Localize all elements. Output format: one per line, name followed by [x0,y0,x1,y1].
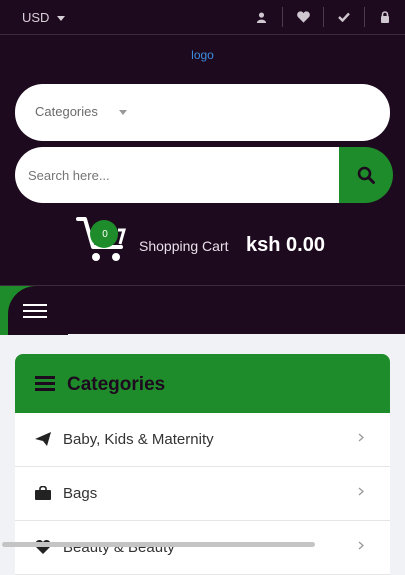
logo[interactable]: logo [0,48,405,62]
menu-toggle-button[interactable] [23,304,47,320]
search-bar [15,147,393,203]
chevron-right-icon [358,433,364,442]
list-icon [35,376,55,391]
lock-icon [381,11,389,23]
login-button[interactable] [364,7,405,27]
search-button[interactable] [339,147,393,203]
category-item[interactable]: Baby, Kids & Maternity [15,413,390,467]
top-bar: USD [0,0,405,35]
heart-icon [296,11,310,23]
category-item-label: Baby, Kids & Maternity [63,431,214,448]
nav-bar [0,285,405,335]
categories-panel-header[interactable]: Categories [15,354,390,413]
category-item[interactable]: Beauty & Beauty [15,521,390,575]
chevron-right-icon [358,541,364,550]
currency-label: USD [22,10,50,25]
category-item[interactable]: Bags [15,467,390,521]
paper-plane-icon [35,432,51,446]
account-button[interactable] [241,7,282,27]
category-select[interactable]: Categories [15,84,390,141]
hamburger-line [23,304,47,306]
hamburger-line [23,310,47,312]
chevron-right-icon [358,487,364,496]
category-select-label: Categories [35,104,98,119]
categories-panel: Categories Baby, Kids & Maternity Bags B… [15,354,390,575]
cart-total[interactable]: ksh 0.00 [246,234,325,257]
top-icons [241,7,405,27]
shopping-bag-icon [35,486,51,500]
search-icon [357,166,375,184]
category-item-label: Bags [63,485,98,502]
currency-selector[interactable]: USD [22,10,66,25]
chevron-down-icon [57,16,66,22]
check-icon [338,12,350,22]
user-icon [256,11,267,23]
wishlist-button[interactable] [282,7,323,27]
search-input[interactable] [15,147,339,203]
cart-label[interactable]: Shopping Cart [139,238,229,254]
hamburger-line [23,316,47,318]
checkout-button[interactable] [323,7,364,27]
header: USD logo Categories Search here... 0 Sho… [0,0,405,335]
chevron-down-icon [119,110,127,115]
categories-panel-title: Categories [67,374,166,395]
shopping-cart-icon[interactable] [76,216,128,264]
cart-count-badge: 0 [102,229,108,240]
horizontal-scrollbar[interactable] [2,542,315,547]
